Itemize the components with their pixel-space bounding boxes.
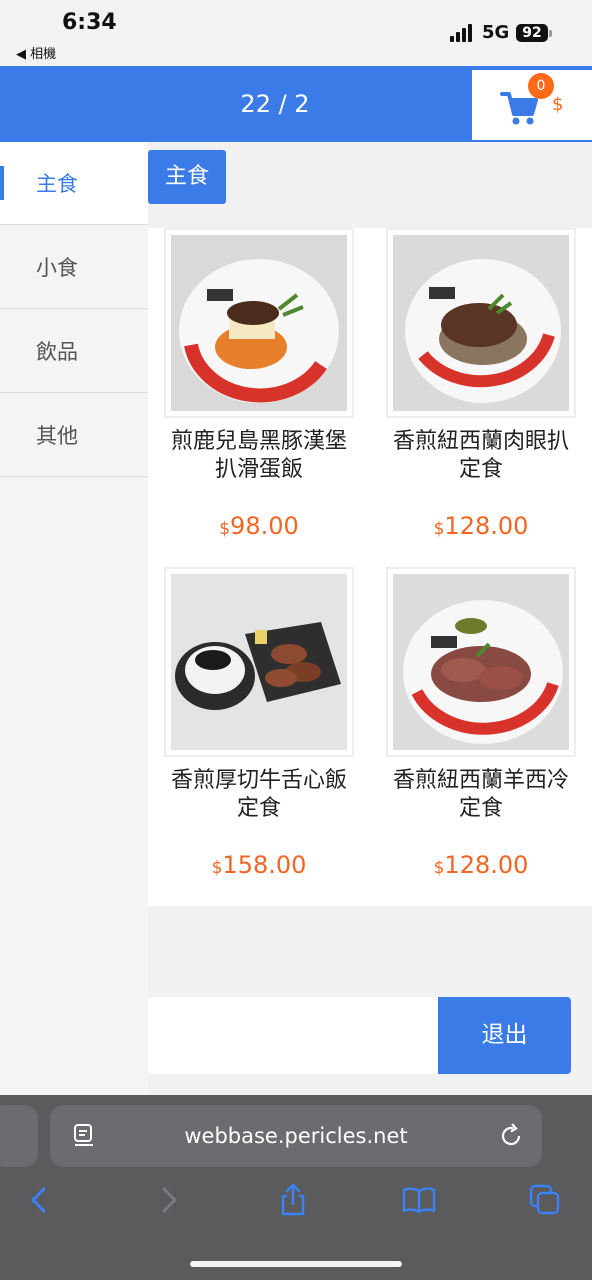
product-card[interactable]: 香煎紐西蘭羊西冷定食 $128.00	[370, 567, 592, 906]
product-grid: 煎鹿兒島黑豚漢堡扒滑蛋飯 $98.00 香煎紐西蘭肉眼扒定食 $128.00 香…	[148, 228, 592, 906]
logout-button[interactable]: 退出	[438, 997, 571, 1074]
price-currency: $	[219, 519, 231, 539]
product-name: 香煎紐西蘭肉眼扒定食	[392, 429, 569, 482]
product-name: 煎鹿兒島黑豚漢堡扒滑蛋飯	[170, 429, 347, 482]
product-price: $128.00	[370, 512, 592, 540]
category-label: 飲品	[36, 340, 78, 364]
share-icon[interactable]	[276, 1183, 310, 1217]
product-image	[164, 567, 354, 757]
browser-toolbar: webbase.pericles.net	[0, 1095, 592, 1280]
product-card[interactable]: 香煎紐西蘭肉眼扒定食 $128.00	[370, 228, 592, 567]
footer-bar: 退出	[148, 997, 571, 1074]
product-name: 香煎厚切牛舌心飯定食	[170, 768, 347, 821]
category-label: 其他	[36, 424, 78, 448]
section-title: 主食	[148, 150, 226, 204]
battery-icon: 92	[516, 24, 548, 42]
product-price: $98.00	[148, 512, 370, 540]
category-item-main[interactable]: 主食	[0, 142, 148, 225]
category-item-drinks[interactable]: 飲品	[0, 310, 148, 393]
cart-count-badge: 0	[528, 73, 554, 99]
price-currency: $	[211, 858, 223, 878]
price-value: 128.00	[444, 851, 529, 879]
price-currency: $	[433, 519, 445, 539]
product-name: 香煎紐西蘭羊西冷定食	[392, 768, 569, 821]
reload-icon[interactable]	[498, 1123, 524, 1149]
cart-total: $	[552, 94, 564, 115]
category-item-snacks[interactable]: 小食	[0, 226, 148, 309]
category-label: 小食	[36, 256, 78, 280]
product-image	[386, 228, 576, 418]
network-type: 5G	[482, 22, 510, 43]
product-price: $128.00	[370, 851, 592, 879]
forward-arrow-icon[interactable]	[152, 1183, 186, 1217]
back-to-app-link[interactable]: ◀ 相機	[16, 43, 56, 62]
cart-button[interactable]: 0 $	[472, 70, 592, 140]
active-indicator	[0, 166, 4, 200]
product-image	[386, 567, 576, 757]
product-card[interactable]: 香煎厚切牛舌心飯定食 $158.00	[148, 567, 370, 906]
product-card[interactable]: 煎鹿兒島黑豚漢堡扒滑蛋飯 $98.00	[148, 228, 370, 567]
product-area: 主食 煎鹿兒島黑豚漢堡扒滑蛋飯 $98.00 香煎紐西蘭肉眼扒定食 $128.0…	[148, 142, 592, 1095]
category-label: 主食	[36, 172, 78, 196]
product-image	[164, 228, 354, 418]
status-time: 6:34	[62, 10, 117, 35]
page-counter: 22 / 2	[240, 90, 310, 118]
price-currency: $	[433, 858, 445, 878]
price-value: 98.00	[230, 512, 299, 540]
category-item-others[interactable]: 其他	[0, 394, 148, 477]
home-indicator	[190, 1261, 402, 1267]
signal-icon	[450, 24, 476, 42]
battery-tip	[549, 30, 552, 37]
url-text: webbase.pericles.net	[184, 1124, 408, 1148]
app-header: 22 / 2 0 $	[0, 66, 592, 142]
tabs-icon[interactable]	[528, 1183, 562, 1217]
previous-tab-preview[interactable]	[0, 1105, 38, 1167]
bookmarks-icon[interactable]	[402, 1183, 436, 1217]
product-price: $158.00	[148, 851, 370, 879]
category-sidebar: 主食 小食 飲品 其他	[0, 142, 148, 1095]
back-arrow-icon[interactable]	[22, 1183, 56, 1217]
price-value: 128.00	[444, 512, 529, 540]
status-bar: 6:34 ◀ 相機 5G 92	[0, 0, 592, 66]
price-value: 158.00	[222, 851, 307, 879]
address-bar[interactable]: webbase.pericles.net	[50, 1105, 542, 1167]
